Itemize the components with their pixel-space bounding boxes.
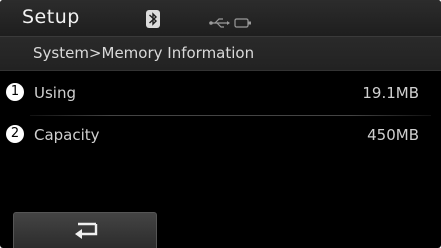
page-title: Setup xyxy=(22,6,80,28)
breadcrumb: System>Memory Information xyxy=(0,37,441,71)
memory-using-row: 1 Using 19.1MB xyxy=(0,72,441,116)
title-bar: Setup xyxy=(0,0,441,37)
breadcrumb-text: System>Memory Information xyxy=(33,44,255,62)
capacity-value: 450MB xyxy=(367,126,419,144)
capacity-label: Capacity xyxy=(34,126,100,144)
usb-icon xyxy=(209,14,231,28)
battery-icon xyxy=(234,14,252,28)
using-value: 19.1MB xyxy=(362,84,419,102)
callout-number: 2 xyxy=(6,125,24,143)
memory-capacity-row: 2 Capacity 450MB xyxy=(0,114,441,158)
setup-screen: Setup System>Memory Information 1 Using … xyxy=(0,0,441,248)
using-label: Using xyxy=(34,84,76,102)
bluetooth-icon xyxy=(146,10,160,28)
callout-number: 1 xyxy=(6,83,24,101)
return-arrow-icon xyxy=(75,222,98,239)
back-button[interactable] xyxy=(13,212,157,248)
